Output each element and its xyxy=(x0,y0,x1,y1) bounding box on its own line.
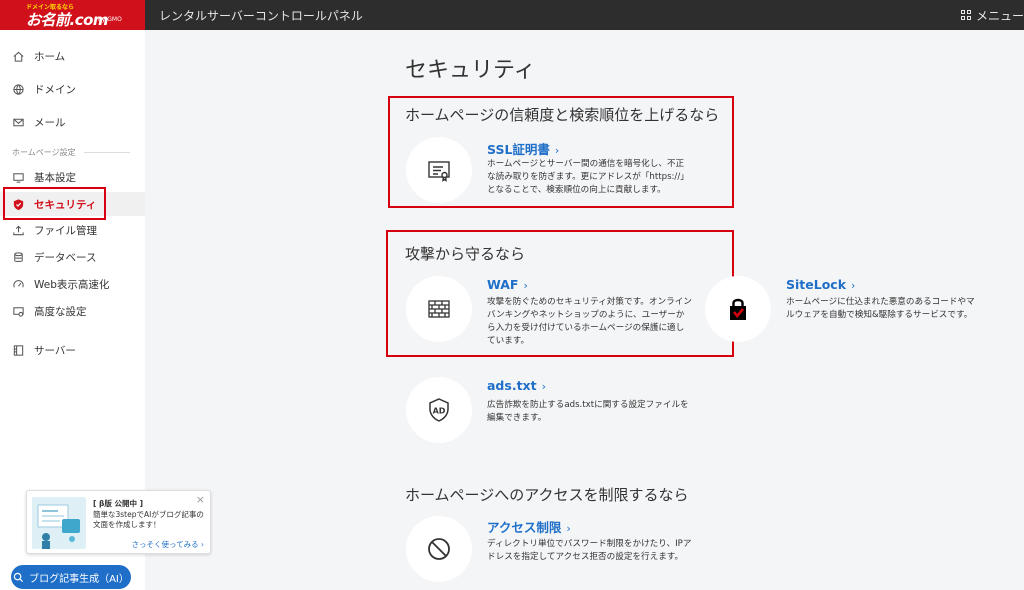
sidebar-item-file-manager[interactable]: ファイル管理 xyxy=(0,218,145,242)
section-title-access-restriction: ホームページへのアクセスを制限するなら xyxy=(405,486,689,504)
globe-icon xyxy=(13,83,24,95)
onamae-logo[interactable]: ドメイン取るなら お名前.com by GMO xyxy=(0,0,145,30)
sidebar-item-label: データベース xyxy=(34,251,97,264)
speed-icon xyxy=(13,279,24,288)
promo-try-link[interactable]: さっそく使ってみる › xyxy=(131,539,204,550)
sidebar-item-label: Web表示高速化 xyxy=(34,278,110,291)
sidebar-item-label: ホーム xyxy=(34,50,66,63)
svg-text:AD: AD xyxy=(433,407,446,416)
access-restriction-link[interactable]: アクセス制限 › xyxy=(487,517,571,536)
prohibited-icon xyxy=(428,538,450,560)
search-icon xyxy=(13,572,24,582)
sitelock-lock-icon xyxy=(730,298,746,320)
sidebar-item-database[interactable]: データベース xyxy=(0,245,145,269)
ads-txt-description: 広告詐欺を防止するads.txtに関する設定ファイルを編集できます。 xyxy=(487,400,689,423)
sitelock-icon-circle[interactable] xyxy=(705,276,771,342)
database-icon xyxy=(14,251,23,262)
chevron-right-icon: › xyxy=(566,522,571,535)
sidebar-item-label: 基本設定 xyxy=(34,171,76,184)
sidebar-item-web-speedup[interactable]: Web表示高速化 xyxy=(0,272,145,296)
upload-icon xyxy=(13,225,24,235)
sitelock-link[interactable]: SiteLock › xyxy=(786,277,855,292)
highlight-box-security xyxy=(3,187,106,220)
sidebar-item-label: 高度な設定 xyxy=(34,305,87,318)
close-icon[interactable]: × xyxy=(196,493,205,506)
ad-shield-icon: AD xyxy=(429,398,449,422)
promo-title: [ β版 公開中 ] xyxy=(93,499,144,508)
sidebar-item-label: サーバー xyxy=(34,344,76,357)
home-icon xyxy=(13,51,24,62)
advanced-settings-icon xyxy=(13,306,24,317)
app-title: レンタルサーバーコントロールパネル xyxy=(159,8,363,23)
grid-menu-icon xyxy=(960,10,971,20)
access-icon-circle[interactable] xyxy=(406,516,472,582)
access-restriction-description: ディレクトリ単位でパスワード制限をかけたり、IPアドレスを指定してアクセス拒否の… xyxy=(487,539,692,562)
sidebar-item-label: ファイル管理 xyxy=(34,224,97,237)
top-bar: ドメイン取るなら お名前.com by GMO レンタルサーバーコントロールパネ… xyxy=(0,0,1024,30)
chevron-right-icon: › xyxy=(541,380,546,393)
sidebar-item-basic-settings[interactable]: 基本設定 xyxy=(0,165,145,189)
highlight-box-attack-section xyxy=(386,230,734,357)
menu-button[interactable]: メニュー xyxy=(960,0,1024,30)
ai-promo-card[interactable]: [ β版 公開中 ] 簡単な3stepでAIがブログ記事の文面を作成します！ さ… xyxy=(26,490,211,554)
sitelock-description: ホームページに仕込まれた悪意のあるコードやマルウェアを自動で検知&駆除するサービ… xyxy=(786,297,975,320)
logo-sub: by GMO xyxy=(98,16,122,23)
page-title: セキュリティ xyxy=(405,58,536,83)
chevron-right-icon: › xyxy=(851,279,856,292)
ads-txt-link[interactable]: ads.txt › xyxy=(487,378,546,393)
sidebar-item-mail[interactable]: メール xyxy=(0,110,145,134)
sidebar-item-domain[interactable]: ドメイン xyxy=(0,77,145,101)
sidebar-item-server[interactable]: サーバー xyxy=(0,338,145,362)
sidebar-item-home[interactable]: ホーム xyxy=(0,44,145,68)
logo-name: お名前.com xyxy=(26,11,109,29)
promo-illustration xyxy=(32,497,86,549)
server-icon xyxy=(13,344,24,356)
menu-label: メニュー xyxy=(975,8,1024,23)
section-label-homepage-settings: ホームページ設定 xyxy=(12,147,130,158)
highlight-box-trust-section xyxy=(388,96,734,208)
ai-blog-generate-button[interactable]: ブログ記事生成（AI） xyxy=(11,565,131,589)
sidebar-item-label: ドメイン xyxy=(34,83,76,96)
sidebar-item-label: メール xyxy=(34,116,66,129)
ads-icon-circle[interactable]: AD xyxy=(406,377,472,443)
chevron-right-icon: › xyxy=(201,540,204,549)
promo-description: 簡単な3stepでAIがブログ記事の文面を作成します！ xyxy=(93,510,204,529)
sidebar-item-advanced-settings[interactable]: 高度な設定 xyxy=(0,299,145,323)
mail-icon xyxy=(13,118,24,126)
monitor-icon xyxy=(13,172,24,183)
